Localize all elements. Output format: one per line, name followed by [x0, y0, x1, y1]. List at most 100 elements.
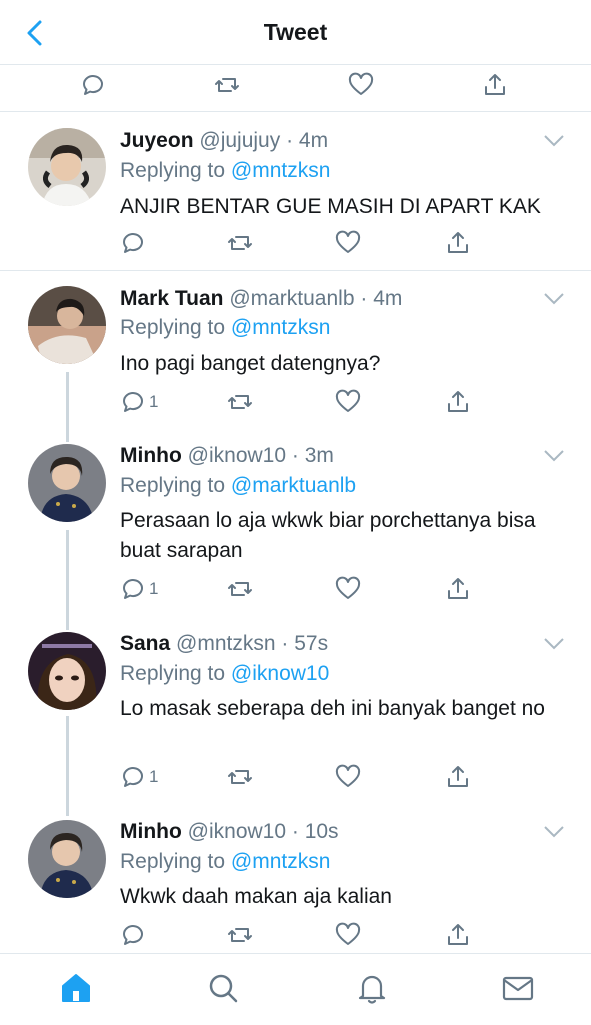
tweet-item[interactable]: Minho @iknow10 · 3m Replying to @marktua…	[0, 428, 591, 616]
tweet-header: Sana @mntzksn · 57s	[120, 632, 329, 655]
nav-header: Tweet	[0, 0, 591, 65]
tweet-time: 4m	[298, 129, 329, 152]
retweet-button[interactable]	[227, 762, 257, 792]
tab-home[interactable]	[58, 970, 94, 1006]
share-button[interactable]	[445, 762, 475, 792]
retweet-button[interactable]	[227, 574, 257, 604]
tweet-item[interactable]: Sana @mntzksn · 57s Replying to @iknow10…	[0, 616, 591, 804]
replying-to-mention[interactable]: @mntzksn	[231, 316, 331, 339]
tweet-time: 10s	[304, 820, 339, 843]
tab-notifications[interactable]	[354, 970, 390, 1006]
reply-icon	[83, 75, 103, 95]
share-icon	[448, 578, 468, 599]
replying-to-mention[interactable]: @marktuanlb	[231, 474, 356, 497]
reply-button[interactable]: 1	[120, 387, 180, 417]
reply-button[interactable]	[120, 228, 150, 258]
like-button[interactable]	[335, 920, 365, 950]
reply-button[interactable]: 1	[120, 762, 180, 792]
user-handle[interactable]: @iknow10	[188, 820, 286, 843]
tab-search[interactable]	[205, 970, 241, 1006]
retweet-button[interactable]	[227, 387, 257, 417]
share-icon	[448, 766, 468, 787]
retweet-icon	[228, 236, 252, 250]
tab-messages[interactable]	[500, 970, 536, 1006]
retweet-button[interactable]	[227, 228, 257, 258]
reply-button[interactable]	[80, 70, 110, 100]
retweet-icon	[228, 770, 252, 784]
avatar[interactable]	[28, 444, 106, 522]
tweet-text: Wkwk daah makan aja kalian	[120, 885, 392, 908]
replying-to: Replying to @marktuanlb	[120, 474, 357, 497]
notifications-icon	[358, 975, 386, 1004]
user-handle[interactable]: @marktuanlb	[229, 287, 354, 310]
like-button[interactable]	[348, 70, 378, 100]
tweet-text: Perasaan lo aja wkwk biar porchettanya b…	[120, 509, 536, 562]
like-button[interactable]	[335, 574, 365, 604]
user-handle[interactable]: @iknow10	[188, 444, 286, 467]
reply-count: 1	[149, 392, 159, 411]
caret-down-icon[interactable]	[543, 134, 565, 148]
tweet-header: Mark Tuan @marktuanlb · 4m	[120, 287, 403, 310]
replying-to: Replying to @mntzksn	[120, 316, 331, 339]
caret-down-icon[interactable]	[543, 449, 565, 463]
avatar[interactable]	[28, 286, 106, 364]
avatar[interactable]	[28, 820, 106, 898]
share-icon	[448, 924, 468, 945]
share-button[interactable]	[445, 387, 475, 417]
retweet-icon	[215, 78, 239, 92]
user-handle[interactable]: @mntzksn	[176, 632, 276, 655]
like-icon	[335, 922, 361, 945]
reply-icon	[123, 579, 143, 599]
retweet-icon	[228, 395, 252, 409]
page-title: Tweet	[263, 19, 328, 45]
retweet-button[interactable]	[227, 920, 257, 950]
replying-to-mention[interactable]: @iknow10	[231, 662, 329, 685]
retweet-icon	[228, 928, 252, 942]
like-icon	[335, 389, 361, 412]
like-icon	[335, 230, 361, 253]
tweet-item[interactable]: Minho @iknow10 · 10s Replying to @mntzks…	[0, 804, 591, 954]
replying-to-mention[interactable]: @mntzksn	[231, 850, 331, 873]
share-icon	[485, 74, 505, 95]
caret-down-icon[interactable]	[543, 292, 565, 306]
share-icon	[448, 232, 468, 253]
like-button[interactable]	[335, 387, 365, 417]
display-name[interactable]: Sana	[120, 632, 170, 655]
avatar[interactable]	[28, 128, 106, 206]
reply-count: 1	[149, 767, 159, 786]
share-button[interactable]	[445, 228, 475, 258]
reply-icon	[123, 767, 143, 787]
caret-down-icon[interactable]	[543, 637, 565, 651]
retweet-icon	[228, 582, 252, 596]
replying-to-mention[interactable]: @mntzksn	[231, 159, 331, 182]
replying-to: Replying to @iknow10	[120, 662, 330, 685]
tweet-time: 3m	[304, 444, 334, 467]
reply-count: 1	[149, 579, 159, 598]
share-button[interactable]	[482, 70, 512, 100]
avatar[interactable]	[28, 632, 106, 710]
messages-icon	[502, 976, 534, 1001]
tweet-time: 57s	[294, 632, 329, 655]
reply-button[interactable]: 1	[120, 574, 180, 604]
display-name[interactable]: Minho	[120, 444, 182, 467]
caret-down-icon[interactable]	[543, 825, 565, 839]
share-button[interactable]	[445, 574, 475, 604]
share-button[interactable]	[445, 920, 475, 950]
tweet-text: Lo masak seberapa deh ini banyak banget …	[120, 697, 545, 720]
tweet-item[interactable]: Juyeon @jujujuy · 4m Replying to @mntzks…	[0, 112, 591, 270]
like-button[interactable]	[335, 228, 365, 258]
reply-button[interactable]	[120, 920, 150, 950]
like-button[interactable]	[335, 762, 365, 792]
tweet-text: Ino pagi banget datengnya?	[120, 352, 381, 375]
tweet-time: 4m	[373, 287, 403, 310]
retweet-button[interactable]	[214, 70, 244, 100]
tweet-item[interactable]: Mark Tuan @marktuanlb · 4m Replying to @…	[0, 271, 591, 426]
like-icon	[335, 764, 361, 787]
user-handle[interactable]: @jujujuy	[199, 129, 280, 152]
replying-to: Replying to @mntzksn	[120, 850, 331, 873]
tweet-header: Juyeon @jujujuy · 4m	[120, 129, 329, 152]
display-name[interactable]: Minho	[120, 820, 182, 843]
display-name[interactable]: Mark Tuan	[120, 287, 223, 310]
tweet-header: Minho @iknow10 · 3m	[120, 444, 334, 467]
display-name[interactable]: Juyeon	[120, 129, 194, 152]
